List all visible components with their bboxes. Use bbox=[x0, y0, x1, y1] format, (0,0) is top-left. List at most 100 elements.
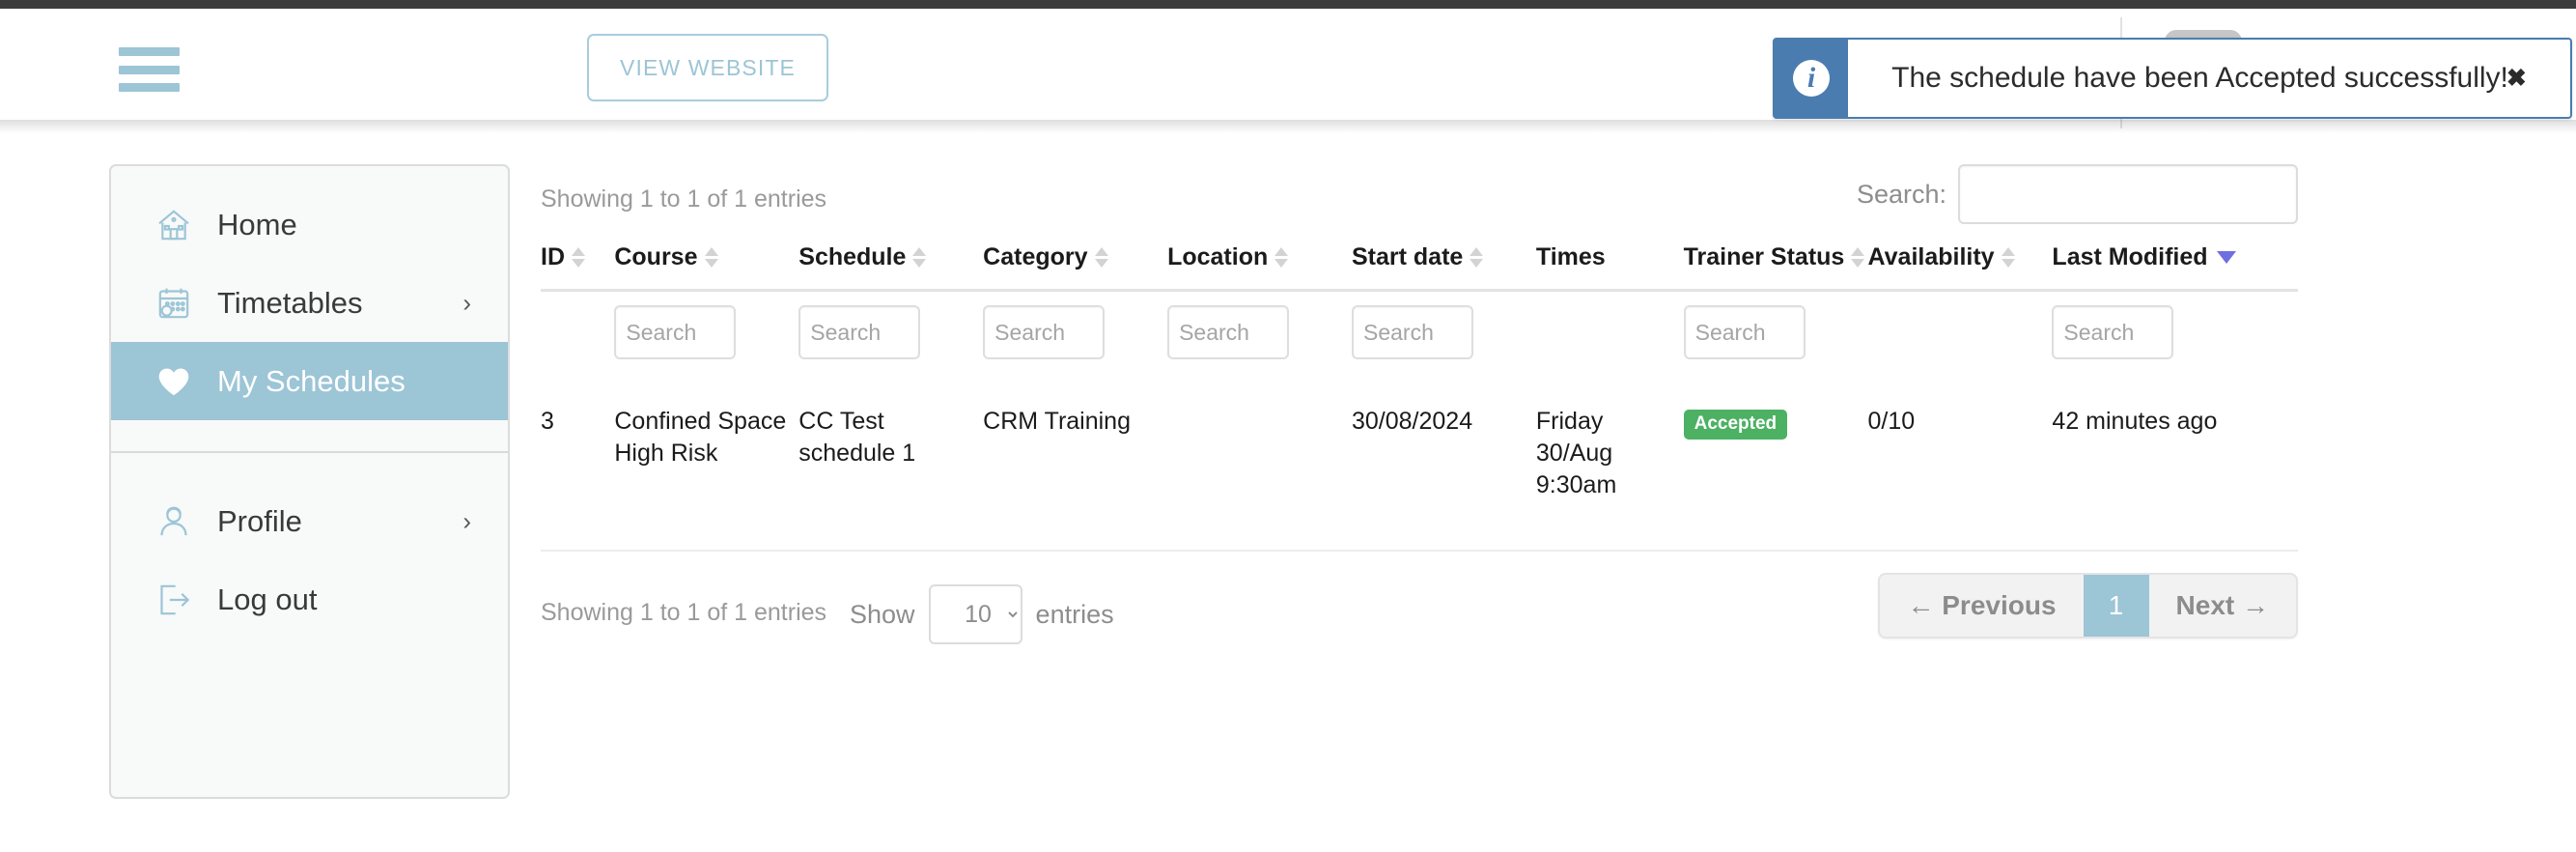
sidebar-item-profile[interactable]: Profile › bbox=[111, 482, 508, 560]
close-icon[interactable]: ✖ bbox=[2506, 67, 2527, 91]
view-website-button[interactable]: VIEW WEBSITE bbox=[587, 34, 828, 101]
hamburger-bar bbox=[119, 66, 180, 74]
column-filter-row bbox=[541, 291, 2298, 382]
topbar-shadow bbox=[0, 120, 2576, 133]
table-toolbar: Showing 1 to 1 of 1 entries Search: bbox=[541, 164, 2298, 243]
sort-arrows-icon[interactable] bbox=[912, 247, 926, 268]
sidebar-item-label: Timetables bbox=[217, 286, 362, 321]
sidebar: Home Timetables › bbox=[109, 164, 510, 799]
col-label: ID bbox=[541, 243, 565, 271]
main-content: Showing 1 to 1 of 1 entries Search: ID bbox=[541, 164, 2298, 660]
heart-icon bbox=[152, 359, 196, 404]
sort-descending-icon[interactable] bbox=[2217, 251, 2236, 264]
cell-category: CRM Training bbox=[983, 381, 1167, 551]
sort-arrows-icon[interactable] bbox=[572, 247, 585, 268]
sidebar-item-label: Profile bbox=[217, 504, 302, 539]
hamburger-menu-icon[interactable] bbox=[119, 47, 180, 92]
filter-cell-id bbox=[541, 291, 614, 382]
filter-cell-last-modified bbox=[2052, 291, 2298, 382]
user-icon bbox=[152, 499, 196, 544]
filter-input-category[interactable] bbox=[983, 305, 1105, 359]
col-label: Course bbox=[614, 243, 697, 271]
global-search: Search: bbox=[1857, 164, 2298, 224]
view-website-label: VIEW WEBSITE bbox=[620, 55, 796, 81]
cell-course: Confined Space High Risk bbox=[614, 381, 798, 551]
sort-arrows-icon[interactable] bbox=[1470, 247, 1483, 268]
cell-location bbox=[1167, 381, 1352, 551]
toast-message: The schedule have been Accepted successf… bbox=[1891, 62, 2508, 95]
filter-cell-times bbox=[1536, 291, 1684, 382]
entries-info-top: Showing 1 to 1 of 1 entries bbox=[541, 185, 826, 213]
filter-cell-trainer-status bbox=[1684, 291, 1868, 382]
sidebar-item-home[interactable]: Home bbox=[111, 185, 508, 264]
hamburger-bar bbox=[119, 83, 180, 92]
filter-input-location[interactable] bbox=[1167, 305, 1289, 359]
col-label: Start date bbox=[1352, 243, 1463, 271]
filter-input-schedule[interactable] bbox=[798, 305, 920, 359]
cell-trainer-status: Accepted bbox=[1684, 381, 1868, 551]
col-label: Last Modified bbox=[2052, 243, 2207, 271]
col-header-trainer-status[interactable]: Trainer Status bbox=[1684, 243, 1868, 289]
sort-arrows-icon[interactable] bbox=[705, 247, 718, 268]
toast-body: The schedule have been Accepted successf… bbox=[1848, 40, 2570, 117]
sidebar-item-my-schedules[interactable]: My Schedules bbox=[111, 342, 508, 420]
sort-arrows-icon[interactable] bbox=[1095, 247, 1108, 268]
cell-availability: 0/10 bbox=[1868, 381, 2053, 551]
cell-schedule: CC Test schedule 1 bbox=[798, 381, 983, 551]
schedules-table: ID Course Sc bbox=[541, 243, 2298, 552]
filter-cell-category bbox=[983, 291, 1167, 382]
toast-notification: i The schedule have been Accepted succes… bbox=[1773, 38, 2572, 119]
col-label: Trainer Status bbox=[1684, 243, 1845, 271]
logout-icon bbox=[152, 578, 196, 622]
col-label: Schedule bbox=[798, 243, 906, 271]
sidebar-group-primary: Home Timetables › bbox=[111, 166, 508, 453]
page-number-1[interactable]: 1 bbox=[2084, 575, 2149, 637]
filter-input-trainer-status[interactable] bbox=[1684, 305, 1806, 359]
col-header-times[interactable]: Times bbox=[1536, 243, 1684, 289]
col-label: Location bbox=[1167, 243, 1268, 271]
col-header-id[interactable]: ID bbox=[541, 243, 614, 289]
cell-start-date: 30/08/2024 bbox=[1352, 381, 1536, 551]
col-label: Category bbox=[983, 243, 1087, 271]
filter-cell-location bbox=[1167, 291, 1352, 382]
page-length-select[interactable]: 10 bbox=[929, 584, 1022, 644]
page-length-control: Show 10 entries bbox=[850, 584, 1114, 644]
sidebar-item-label: My Schedules bbox=[217, 364, 406, 399]
filter-cell-course bbox=[614, 291, 798, 382]
cell-id: 3 bbox=[541, 381, 614, 551]
sort-arrows-icon[interactable] bbox=[1274, 247, 1288, 268]
table-body: 3 Confined Space High Risk CC Test sched… bbox=[541, 381, 2298, 551]
entries-info-bottom: Showing 1 to 1 of 1 entries bbox=[541, 599, 826, 627]
filter-cell-availability bbox=[1868, 291, 2053, 382]
status-badge: Accepted bbox=[1684, 410, 1788, 440]
search-input[interactable] bbox=[1958, 164, 2298, 224]
table-header: ID Course Sc bbox=[541, 243, 2298, 381]
col-header-location[interactable]: Location bbox=[1167, 243, 1352, 289]
table-footer: Showing 1 to 1 of 1 entries Show 10 entr… bbox=[541, 573, 2298, 660]
sort-arrows-icon[interactable] bbox=[2002, 247, 2015, 268]
col-header-schedule[interactable]: Schedule bbox=[798, 243, 983, 289]
filter-input-course[interactable] bbox=[614, 305, 736, 359]
col-header-start-date[interactable]: Start date bbox=[1352, 243, 1536, 289]
filter-input-last-modified[interactable] bbox=[2052, 305, 2173, 359]
sidebar-item-label: Log out bbox=[217, 582, 317, 617]
col-header-availability[interactable]: Availability bbox=[1868, 243, 2053, 289]
chevron-right-icon: › bbox=[462, 506, 471, 536]
col-header-last-modified[interactable]: Last Modified bbox=[2052, 243, 2298, 289]
sidebar-item-timetables[interactable]: Timetables › bbox=[111, 264, 508, 342]
sort-arrows-icon[interactable] bbox=[1851, 247, 1864, 268]
sidebar-item-logout[interactable]: Log out bbox=[111, 560, 508, 639]
entries-label: entries bbox=[1036, 600, 1114, 630]
table-row[interactable]: 3 Confined Space High Risk CC Test sched… bbox=[541, 381, 2298, 551]
col-header-category[interactable]: Category bbox=[983, 243, 1167, 289]
next-page-button[interactable]: Next → bbox=[2149, 575, 2296, 637]
chevron-right-icon: › bbox=[462, 288, 471, 318]
filter-cell-start-date bbox=[1352, 291, 1536, 382]
filter-cell-schedule bbox=[798, 291, 983, 382]
filter-input-start-date[interactable] bbox=[1352, 305, 1473, 359]
col-label: Availability bbox=[1868, 243, 1995, 271]
table-header-row: ID Course Sc bbox=[541, 243, 2298, 289]
col-header-course[interactable]: Course bbox=[614, 243, 798, 289]
previous-page-button[interactable]: ← Previous bbox=[1880, 575, 2083, 637]
info-circle-icon: i bbox=[1793, 60, 1830, 97]
